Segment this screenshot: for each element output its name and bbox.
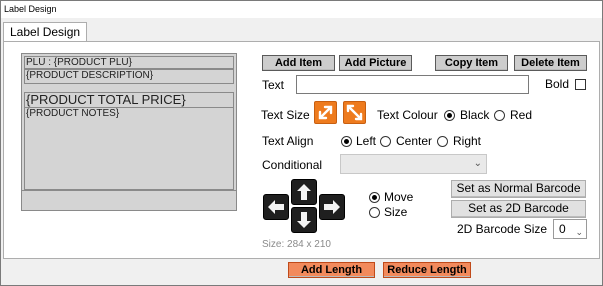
preview-row-total-price[interactable]: {PRODUCT TOTAL PRICE} xyxy=(24,92,234,108)
expand-arrow-icon xyxy=(318,105,333,120)
align-right-radio[interactable] xyxy=(437,136,448,147)
add-length-button[interactable]: Add Length xyxy=(288,262,375,278)
text-size-increase-button[interactable] xyxy=(314,101,337,124)
size-mode-radio[interactable] xyxy=(369,207,380,218)
delete-item-button[interactable]: Delete Item xyxy=(514,55,587,71)
preview-row-notes[interactable]: {PRODUCT NOTES} xyxy=(24,107,234,190)
arrow-left-icon xyxy=(268,200,284,214)
text-size-label: Text Size xyxy=(261,108,310,122)
barcode-size-value: 0 xyxy=(559,222,566,236)
window-title: Label Design xyxy=(1,1,602,18)
text-colour-label: Text Colour xyxy=(377,108,438,122)
size-mode-label[interactable]: Size xyxy=(384,205,407,219)
text-label: Text xyxy=(262,78,285,92)
preview-row-plu[interactable]: PLU : {PRODUCT PLU} xyxy=(24,56,234,69)
colour-black-label[interactable]: Black xyxy=(460,108,489,122)
barcode-size-label: 2D Barcode Size xyxy=(457,222,548,236)
shrink-arrow-icon xyxy=(346,104,363,121)
move-mode-radio[interactable] xyxy=(369,192,380,203)
colour-red-label[interactable]: Red xyxy=(510,108,532,122)
conditional-dropdown[interactable]: ⌄ xyxy=(340,154,487,174)
set-normal-barcode-button[interactable]: Set as Normal Barcode xyxy=(451,180,586,198)
copy-item-button[interactable]: Copy Item xyxy=(435,55,508,71)
add-item-button[interactable]: Add Item xyxy=(262,55,335,71)
align-left-label[interactable]: Left xyxy=(356,134,376,148)
preview-row-description[interactable]: {PRODUCT DESCRIPTION} xyxy=(24,69,234,84)
colour-black-radio[interactable] xyxy=(444,110,455,121)
move-right-button[interactable] xyxy=(319,194,345,220)
align-right-label[interactable]: Right xyxy=(453,134,481,148)
label-preview[interactable]: PLU : {PRODUCT PLU} {PRODUCT DESCRIPTION… xyxy=(21,53,237,211)
arrow-right-icon xyxy=(324,200,340,214)
tab-strip: Label Design xyxy=(1,18,602,42)
chevron-down-icon: ⌄ xyxy=(473,158,482,169)
chevron-down-icon: ⌄ xyxy=(575,227,583,237)
align-left-radio[interactable] xyxy=(341,136,352,147)
arrow-up-icon xyxy=(297,184,311,200)
preview-bottom-divider xyxy=(22,190,236,191)
preview-size-text: Size: 284 x 210 xyxy=(262,239,331,250)
conditional-label: Conditional xyxy=(262,158,323,172)
barcode-size-select[interactable]: 0 ⌄ xyxy=(553,219,587,239)
align-center-label[interactable]: Center xyxy=(396,134,432,148)
tab-label-design[interactable]: Label Design xyxy=(3,22,88,42)
move-left-button[interactable] xyxy=(263,194,289,220)
arrow-down-icon xyxy=(297,212,311,228)
bold-checkbox[interactable] xyxy=(575,79,586,90)
text-align-label: Text Align xyxy=(262,134,314,148)
text-size-decrease-button[interactable] xyxy=(343,101,366,124)
move-down-button[interactable] xyxy=(291,207,317,233)
reduce-length-button[interactable]: Reduce Length xyxy=(383,262,471,278)
add-picture-button[interactable]: Add Picture xyxy=(339,55,412,71)
align-center-radio[interactable] xyxy=(380,136,391,147)
text-input[interactable] xyxy=(296,75,529,94)
move-up-button[interactable] xyxy=(291,179,317,205)
bold-label: Bold xyxy=(545,77,570,91)
set-2d-barcode-button[interactable]: Set as 2D Barcode xyxy=(451,200,586,218)
move-mode-label[interactable]: Move xyxy=(384,190,413,204)
colour-red-radio[interactable] xyxy=(494,110,505,121)
